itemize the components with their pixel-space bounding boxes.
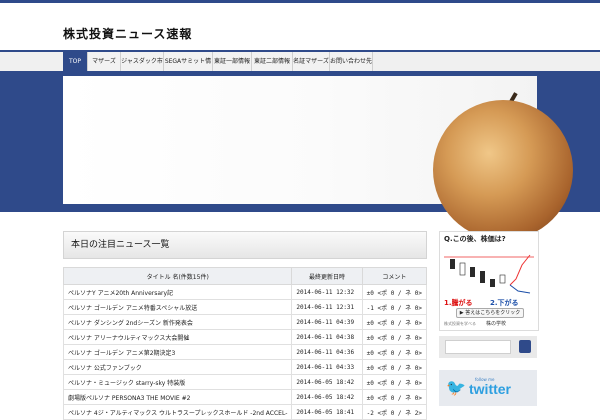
nav-item-top[interactable]: TOP [63,52,88,72]
row-date: 2014-06-05 18:41 [291,404,363,420]
row-date: 2014-06-11 04:33 [291,359,363,375]
twitter-follow-banner[interactable]: 🐦 follow me twitter [439,370,537,406]
nav-item-contact[interactable]: お問い合わせ先 [330,52,373,72]
table-row[interactable]: ペルソナ ダンシング 2ndシーズン 新作発表会 2014-06-11 04:3… [62,314,428,330]
row-title[interactable]: ペルソナ 4ジ・アルティマックス ウルトラスープレックスホールド -2nd AC… [62,404,293,420]
candle-icon [470,267,475,277]
row-comments: ±0 <ポ 0 / ネ 0> [361,359,428,375]
news-panel: 本日の注目ニュース一覧 タイトル 名(件数15件) 最終更新日時 コメント ペル… [62,231,428,420]
row-title[interactable]: ペルソナ アリーナウルティマックス大会開催 [62,329,293,345]
table-row[interactable]: ペルソナ 4ジ・アルティマックス ウルトラスープレックスホールド -2nd AC… [62,404,428,420]
row-title[interactable]: ペルソナ ダンシング 2ndシーズン 新作発表会 [62,314,293,330]
row-title[interactable]: ペルソナY アニメ20th Anniversary記 [62,284,293,300]
row-date: 2014-06-11 04:38 [291,329,363,345]
top-accent-line [0,0,600,3]
candlestick-chart-icon [444,254,534,294]
hero-image [63,76,573,240]
up-arrow-icon [509,254,531,286]
table-row[interactable]: ペルソナ・ミュージック starry-sky 特装版 2014-06-05 18… [62,374,428,390]
ad-brand: 株の学校 [486,321,507,327]
row-date: 2014-06-05 18:42 [291,374,363,390]
down-arrow-icon [509,284,531,294]
nav-item-mothers[interactable]: マザーズ [88,52,121,72]
candle-icon [490,279,495,287]
row-date: 2014-06-11 12:31 [291,299,363,315]
column-date: 最終更新日時 [291,267,363,285]
row-comments: ±0 <ポ 0 / ネ 0> [361,344,428,360]
ad-option-up: 1.騰がる [444,299,473,307]
table-row[interactable]: ペルソナY アニメ20th Anniversary記 2014-06-11 12… [62,284,428,300]
sidebar: Q.この後、株価は? 1.騰がる 2.下がる ▶ 答えはこちらをクリック 株式投… [439,231,539,406]
row-title[interactable]: ペルソナ・ミュージック starry-sky 特装版 [62,374,293,390]
table-row[interactable]: 劇場版ペルソナ PERSONA3 THE MOVIE #2 2014-06-05… [62,389,428,405]
row-comments: -2 <ポ 0 / ネ 2> [361,404,428,420]
row-comments: ±0 <ポ 0 / ネ 0> [361,374,428,390]
table-row[interactable]: ペルソナ ゴールデン アニメ第2期決定3 2014-06-11 04:36 ±0… [62,344,428,360]
row-title[interactable]: ペルソナ ゴールデン アニメ特番スペシャル放送 [62,299,293,315]
news-table: タイトル 名(件数15件) 最終更新日時 コメント ペルソナY アニメ20th … [62,267,428,420]
candle-icon [459,262,466,276]
ad-option-down: 2.下がる [490,299,519,307]
column-title: タイトル 名(件数15件) [62,267,293,285]
candle-icon [480,271,485,283]
globe-icon [433,100,573,240]
row-comments: ±0 <ポ 0 / ネ 0> [361,284,428,300]
ad-question: Q.この後、株価は? [444,235,506,243]
nav-item-sega[interactable]: SEGAサミット情報 [164,52,213,85]
row-comments: ±0 <ポ 0 / ネ 0> [361,329,428,345]
row-comments: ±0 <ポ 0 / ネ 0> [361,314,428,330]
row-date: 2014-06-11 04:39 [291,314,363,330]
twitter-logo-text: twitter [469,381,511,397]
row-title[interactable]: ペルソナ ゴールデン アニメ第2期決定3 [62,344,293,360]
table-row[interactable]: ペルソナ ゴールデン アニメ特番スペシャル放送 2014-06-11 12:31… [62,299,428,315]
main-nav: TOP マザーズ ジャスダック市場 SEGAサミット情報 東証一部情報 東証二部… [0,50,600,85]
candle-icon [499,274,506,284]
column-comments: コメント [361,267,428,285]
nav-item-tse2[interactable]: 東証二部情報 [252,52,293,72]
panel-title: 本日の注目ニュース一覧 [63,231,427,259]
table-row[interactable]: ペルソナ アリーナウルティマックス大会開催 2014-06-11 04:38 ±… [62,329,428,345]
row-comments: -1 <ポ 0 / ネ 0> [361,299,428,315]
search-button[interactable] [519,340,531,353]
nav-item-tse1[interactable]: 東証一部情報 [213,52,252,72]
row-title[interactable]: 劇場版ペルソナ PERSONA3 THE MOVIE #2 [62,389,293,405]
ad-small-text: 株式投資を学べる [444,321,476,326]
row-date: 2014-06-11 04:36 [291,344,363,360]
stock-ad-banner[interactable]: Q.この後、株価は? 1.騰がる 2.下がる ▶ 答えはこちらをクリック 株式投… [439,231,539,331]
nav-item-nagoya[interactable]: 名証マザーズ [293,52,330,72]
row-date: 2014-06-05 18:42 [291,389,363,405]
candle-icon [450,259,455,269]
nav-item-jasdaq[interactable]: ジャスダック市場 [121,52,164,85]
ad-cta-button[interactable]: ▶ 答えはこちらをクリック [456,308,524,318]
search-box [439,336,537,358]
site-title[interactable]: 株式投資ニュース速報 [63,25,192,42]
row-comments: ±0 <ポ 0 / ネ 0> [361,389,428,405]
twitter-bird-icon: 🐦 [446,378,466,397]
row-date: 2014-06-11 12:32 [291,284,363,300]
search-input[interactable] [445,340,511,354]
row-title[interactable]: ペルソナ 公式ファンブック [62,359,293,375]
table-row[interactable]: ペルソナ 公式ファンブック 2014-06-11 04:33 ±0 <ポ 0 /… [62,359,428,375]
